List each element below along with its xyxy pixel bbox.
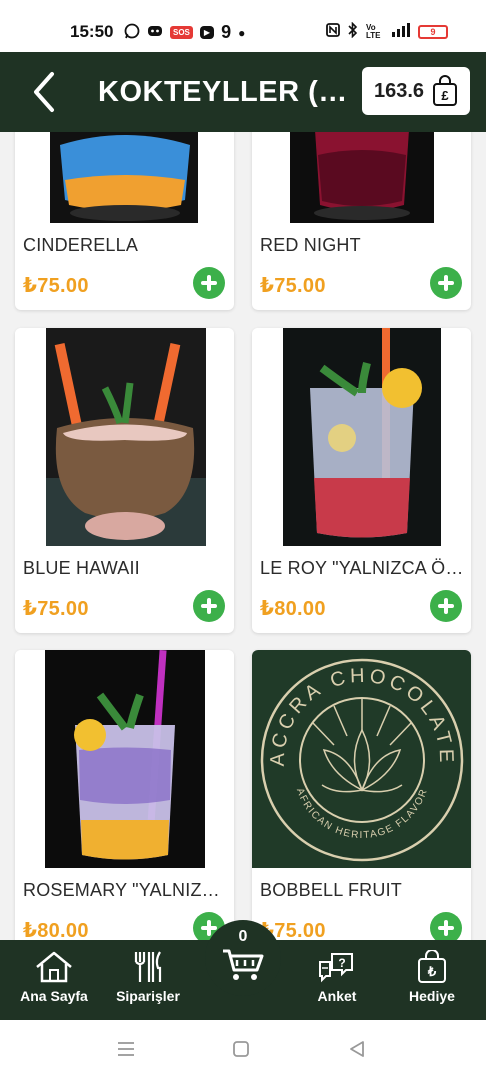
notification-icons: SOS ▶ 9 ●	[124, 22, 245, 43]
product-grid: CINDERELLA ₺75.00 RED NIGHT ₺75.00 BLUE …	[0, 132, 486, 940]
add-to-cart-button[interactable]	[193, 267, 225, 299]
page-title: KOKTEYLLER (ALKOLLÜ)	[98, 76, 360, 108]
cart-count: 0	[238, 928, 248, 945]
product-name: BLUE HAWAII	[23, 558, 140, 578]
product-card[interactable]: ROSEMARY "YALNIZCA ÖĞLE MENÜSÜ" ₺80.00	[15, 650, 234, 940]
product-name: RED NIGHT	[260, 235, 361, 255]
product-image	[252, 328, 471, 546]
menu-icon	[118, 1042, 134, 1056]
product-image	[252, 132, 471, 223]
product-price: ₺75.00	[23, 598, 89, 620]
survey-symbol: ?	[338, 956, 345, 970]
product-price: ₺75.00	[23, 275, 89, 297]
cart-button[interactable]: 0	[205, 920, 281, 996]
whatsapp-icon	[124, 23, 140, 42]
square-icon	[233, 1041, 249, 1057]
nav-orders-label: Siparişler	[116, 988, 180, 1004]
recent-apps-button[interactable]	[116, 1040, 136, 1063]
system-navigation-bar	[0, 1020, 486, 1080]
nine-icon: 9	[221, 22, 232, 42]
app-header: KOKTEYLLER (ALKOLLÜ) 163.6 £	[0, 52, 486, 132]
add-to-cart-button[interactable]	[193, 590, 225, 622]
product-image	[15, 132, 234, 223]
gift-symbol: ₺	[427, 964, 437, 979]
nav-survey[interactable]: ? Anket	[300, 950, 374, 1014]
product-image: ACCRA CHOCOLATE AFRICAN HERITAGE FLAVOR	[252, 650, 471, 868]
home-icon	[36, 951, 72, 983]
product-name: BOBBELL FRUIT	[260, 880, 402, 900]
nav-home[interactable]: Ana Sayfa	[12, 950, 96, 1014]
product-price: ₺80.00	[23, 920, 89, 940]
product-name: ROSEMARY "YALNIZCA ÖĞLE MENÜSÜ"	[23, 880, 228, 900]
volte-icon: Vo LTE	[366, 22, 381, 40]
cart-total-value: 163.6	[373, 79, 425, 102]
add-to-cart-button[interactable]	[430, 267, 462, 299]
product-name: LE ROY "YALNIZCA ÖĞLE MENÜSÜ"	[260, 558, 465, 578]
shopping-cart-icon	[223, 949, 264, 980]
nav-orders[interactable]: Siparişler	[108, 950, 188, 1014]
battery-icon: 9	[418, 24, 448, 39]
nav-home-label: Ana Sayfa	[20, 988, 88, 1004]
product-name: CINDERELLA	[23, 235, 139, 255]
nfc-icon	[326, 23, 340, 40]
bag-symbol: £	[441, 88, 449, 103]
product-image	[15, 650, 234, 868]
product-price: ₺75.00	[260, 275, 326, 297]
add-to-cart-button[interactable]	[430, 912, 462, 940]
cart-total-button[interactable]: 163.6 £	[362, 67, 470, 115]
status-time: 15:50	[70, 22, 114, 41]
nav-gift[interactable]: ₺ Hediye	[396, 950, 468, 1014]
product-card[interactable]: LE ROY "YALNIZCA ÖĞLE MENÜSÜ" ₺80.00	[252, 328, 471, 633]
triangle-back-icon	[350, 1041, 364, 1057]
back-system-button[interactable]	[348, 1040, 366, 1063]
product-price: ₺80.00	[260, 598, 326, 620]
survey-chat-icon: ?	[319, 953, 353, 983]
home-system-button[interactable]	[232, 1040, 250, 1063]
shopping-bag-icon: £	[433, 75, 458, 106]
back-button[interactable]	[24, 66, 68, 118]
product-card[interactable]: ACCRA CHOCOLATE AFRICAN HERITAGE FLAVOR	[252, 650, 471, 940]
discord-icon	[147, 24, 163, 41]
nav-gift-label: Hediye	[409, 988, 455, 1004]
product-card[interactable]: CINDERELLA ₺75.00	[15, 132, 234, 310]
system-icons: Vo LTE 9	[326, 21, 448, 41]
accra-chocolate-logo: ACCRA CHOCOLATE AFRICAN HERITAGE FLAVOR	[252, 650, 471, 868]
add-to-cart-button[interactable]	[430, 590, 462, 622]
dot-icon: ●	[238, 25, 246, 40]
fork-knife-icon	[134, 951, 162, 982]
chevron-left-icon	[34, 72, 54, 112]
signal-icon	[390, 23, 410, 40]
gift-bag-icon: ₺	[418, 950, 446, 983]
product-image	[15, 328, 234, 546]
nav-survey-label: Anket	[317, 988, 357, 1004]
bluetooth-icon	[348, 21, 358, 41]
product-card[interactable]: RED NIGHT ₺75.00	[252, 132, 471, 310]
status-bar: 15:50 SOS ▶ 9 ● Vo LTE 9	[0, 0, 486, 52]
product-card[interactable]: BLUE HAWAII ₺75.00	[15, 328, 234, 633]
sos-icon: SOS	[170, 26, 193, 39]
youtube-icon: ▶	[199, 26, 215, 39]
